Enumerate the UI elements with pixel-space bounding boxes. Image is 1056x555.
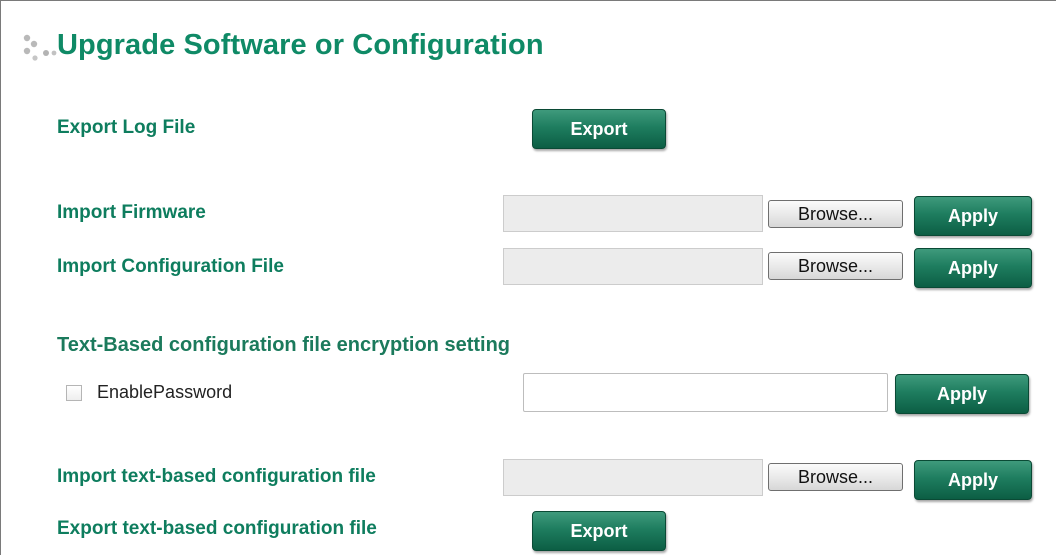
encryption-apply-button[interactable]: Apply	[895, 374, 1029, 414]
export-log-label: Export Log File	[57, 117, 196, 138]
import-config-label: Import Configuration File	[57, 256, 284, 277]
export-text-config-button[interactable]: Export	[532, 511, 666, 551]
dotted-bullet-icon	[23, 34, 57, 61]
import-text-config-apply-button[interactable]: Apply	[914, 460, 1032, 500]
import-firmware-apply-button[interactable]: Apply	[914, 196, 1032, 236]
import-text-config-file-field[interactable]	[503, 459, 763, 496]
enable-password-checkbox[interactable]	[66, 385, 82, 401]
password-input[interactable]	[523, 373, 888, 412]
content-frame: Upgrade Software or Configuration Export…	[0, 0, 1056, 555]
page-title: Upgrade Software or Configuration	[57, 29, 544, 61]
import-config-apply-button[interactable]: Apply	[914, 248, 1032, 288]
export-text-config-label: Export text-based configuration file	[57, 518, 377, 539]
import-firmware-browse-button[interactable]: Browse...	[768, 200, 903, 228]
encryption-heading: Text-Based configuration file encryption…	[57, 334, 511, 356]
import-firmware-file-field[interactable]	[503, 195, 763, 232]
export-log-button[interactable]: Export	[532, 109, 666, 149]
import-text-config-browse-button[interactable]: Browse...	[768, 463, 903, 491]
import-config-file-field[interactable]	[503, 248, 763, 285]
import-config-browse-button[interactable]: Browse...	[768, 252, 903, 280]
import-firmware-label: Import Firmware	[57, 202, 206, 223]
import-text-config-label: Import text-based configuration file	[57, 466, 376, 487]
enable-password-label: EnablePassword	[97, 382, 233, 402]
